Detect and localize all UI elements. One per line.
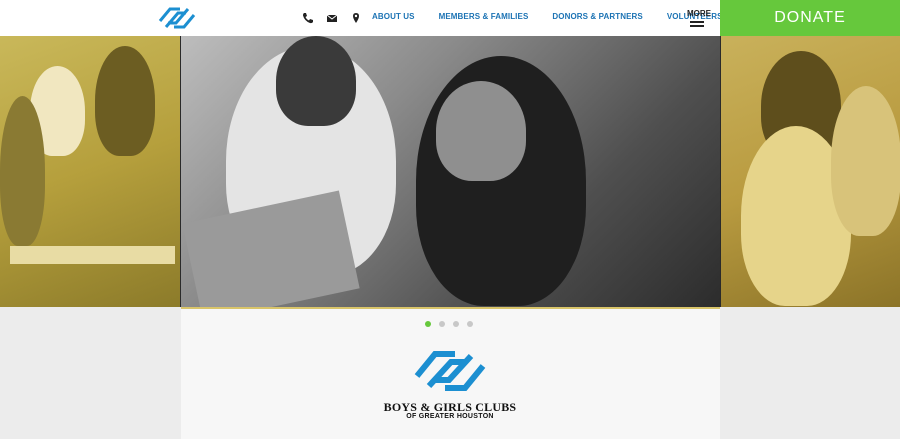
photo-figure	[95, 46, 155, 156]
organization-subtitle: OF GREATER HOUSTON	[406, 413, 494, 420]
carousel-active-slide[interactable]	[181, 36, 720, 307]
donate-label: DONATE	[774, 9, 846, 26]
carousel-dot[interactable]	[425, 321, 431, 327]
site-header: ABOUT US MEMBERS & FAMILIES DONORS & PAR…	[0, 0, 900, 36]
carousel-next-slide[interactable]	[721, 36, 900, 307]
photo-figure	[436, 81, 526, 181]
carousel-dot[interactable]	[453, 321, 459, 327]
carousel-prev-slide[interactable]	[0, 36, 180, 307]
photo-bench	[10, 246, 175, 264]
donate-button[interactable]: DONATE	[720, 0, 900, 36]
club-logo-large-icon	[414, 351, 486, 391]
photo-figure	[0, 96, 45, 246]
carousel-dot[interactable]	[467, 321, 473, 327]
hamburger-icon-bar	[690, 25, 704, 27]
more-label: MORE	[687, 9, 711, 18]
email-icon[interactable]	[325, 11, 339, 25]
photo-figure	[276, 36, 356, 126]
photo-book	[182, 190, 360, 307]
hamburger-icon	[690, 21, 704, 23]
location-icon[interactable]	[349, 11, 363, 25]
nav-about-us[interactable]: ABOUT US	[372, 12, 415, 21]
club-logo-icon[interactable]	[156, 3, 198, 33]
photo-figure	[831, 86, 900, 236]
main-nav: ABOUT US MEMBERS & FAMILIES DONORS & PAR…	[372, 12, 723, 21]
phone-icon[interactable]	[301, 11, 315, 25]
more-menu-button[interactable]: MORE	[687, 9, 713, 29]
nav-donors-partners[interactable]: DONORS & PARTNERS	[552, 12, 642, 21]
contact-icons	[301, 10, 363, 26]
carousel-dot[interactable]	[439, 321, 445, 327]
carousel-dots	[425, 321, 473, 327]
hero-carousel[interactable]	[0, 36, 900, 307]
nav-members-families[interactable]: MEMBERS & FAMILIES	[439, 12, 529, 21]
